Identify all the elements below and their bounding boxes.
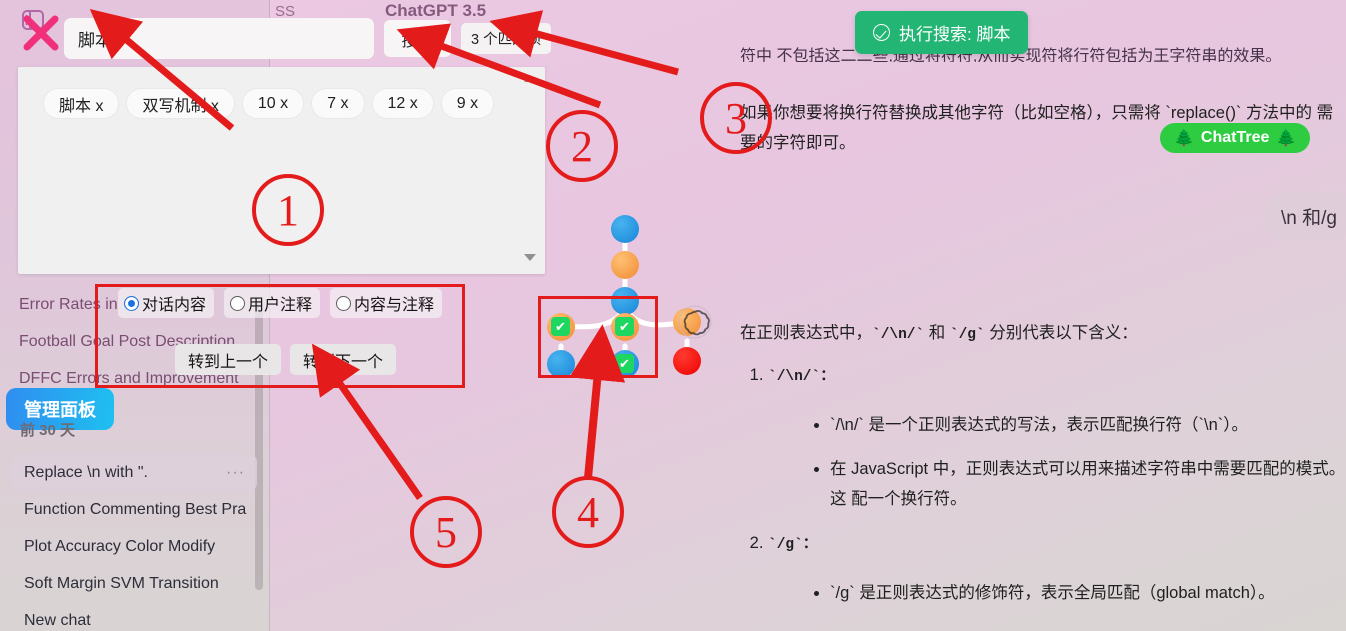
chat-item-title: New chat xyxy=(24,611,91,629)
tree-icon: 🌲 xyxy=(1276,130,1297,147)
tree-node-blue[interactable] xyxy=(611,287,639,315)
chat-list: Replace \n with ". ··· Function Commenti… xyxy=(12,454,257,631)
list-item: `/g`： `/g` 是正则表达式的修饰符，表示全局匹配（global matc… xyxy=(768,528,1346,608)
list-item: 在 JavaScript 中，正则表达式可以用来描述字符串中需要匹配的模式。这 … xyxy=(830,454,1346,514)
list-item-label: `/g`： xyxy=(768,537,818,553)
match-count-badge: 3 个匹配项 xyxy=(461,23,552,54)
chat-item-title: Function Commenting Best Pra xyxy=(24,500,247,518)
chat-item-title: Replace \n with ". xyxy=(24,463,148,481)
scope-option-user-notes[interactable]: 用户注释 xyxy=(224,288,321,318)
tag-suggestion-panel: 脚本 x 双写机制 x 10 x 7 x 12 x 9 x xyxy=(18,67,545,274)
list-item: `/\n/`： `/\n/` 是一个正则表达式的写法，表示匹配换行符（`\n`）… xyxy=(768,360,1346,514)
search-input[interactable] xyxy=(64,18,374,59)
list-item[interactable]: Soft Margin SVM Transition xyxy=(12,565,257,602)
tree-node-orange-checked[interactable]: ✔ xyxy=(611,313,639,341)
paragraph-suffix: 分别代表以下含义： xyxy=(984,324,1138,342)
nested-list: `/g` 是正则表达式的修饰符，表示全局匹配（global match）。 xyxy=(802,578,1346,608)
tree-node-red[interactable] xyxy=(673,347,701,375)
go-to-next-button[interactable]: 转到下一个 xyxy=(290,344,397,375)
chat-group-label: 前 30 天 xyxy=(20,422,76,439)
list-item: `/g` 是正则表达式的修饰符，表示全局匹配（global match）。 xyxy=(830,578,1346,608)
tree-node-blue[interactable] xyxy=(611,215,639,243)
clipped-text-line: 符中 不包括这二二些,通过将符符,从而实现符将行符包括为王字符串的效果。 xyxy=(740,48,1282,62)
tree-node-blue-checked[interactable]: ✔ xyxy=(611,350,639,378)
header-glyph: SS xyxy=(275,2,296,20)
tag-chip[interactable]: 7 x xyxy=(312,89,364,118)
chat-item-title: Plot Accuracy Color Modify xyxy=(24,537,216,555)
tree-icon: 🌲 xyxy=(1174,130,1194,147)
radio-dot-icon[interactable] xyxy=(124,295,139,311)
message-content: 符中 不包括这二二些,通过将符符,从而实现符将行符包括为王字符串的效果。 如果你… xyxy=(735,0,1346,631)
tag-chip[interactable]: 双写机制 x xyxy=(127,89,234,118)
tag-chip[interactable]: 10 x xyxy=(242,89,304,118)
chattree-label: ChatTree xyxy=(1200,129,1270,146)
annotation-marker-2: 2 xyxy=(546,110,618,182)
list-item[interactable]: Replace \n with ". ··· xyxy=(12,454,257,491)
ordered-list: `/\n/`： `/\n/` 是一个正则表达式的写法，表示匹配换行符（`\n`）… xyxy=(740,360,1346,622)
tree-node-blue[interactable] xyxy=(547,350,575,378)
tree-node-orange[interactable] xyxy=(611,251,639,279)
check-icon: ✔ xyxy=(551,317,570,336)
radio-dot-icon[interactable] xyxy=(336,295,352,311)
annotation-marker-4: 4 xyxy=(552,476,624,548)
paragraph-prefix: 在正则表达式中， xyxy=(740,324,872,342)
scope-option-label: 内容与注释 xyxy=(354,297,435,314)
search-toolbar: 搜索 3 个匹配项 xyxy=(64,18,552,59)
radio-dot-icon[interactable] xyxy=(230,295,246,311)
scope-option-content-and-notes[interactable]: 内容与注释 xyxy=(330,288,443,318)
triangle-up-icon[interactable] xyxy=(524,75,538,87)
conversation-node-tree[interactable]: ✔ ✔ ✔ xyxy=(530,205,730,405)
tag-chip[interactable]: 脚本 x xyxy=(44,89,119,118)
tag-list: 脚本 x 双写机制 x 10 x 7 x 12 x 9 x xyxy=(18,67,545,118)
list-item: `/\n/` 是一个正则表达式的写法，表示匹配换行符（`\n`）。 xyxy=(830,410,1346,440)
scope-option-label: 用户注释 xyxy=(248,297,313,314)
nested-list: `/\n/` 是一个正则表达式的写法，表示匹配换行符（`\n`）。 在 Java… xyxy=(802,410,1346,514)
match-navigation: 转到上一个 转到下一个 xyxy=(175,344,397,375)
inline-code: `/\n/` xyxy=(872,327,925,343)
list-item[interactable]: New chat xyxy=(12,602,257,631)
tree-node-orange-checked[interactable]: ✔ xyxy=(547,313,575,341)
search-button[interactable]: 搜索 xyxy=(384,20,451,57)
edge-pill[interactable]: \n 和/g xyxy=(1263,192,1346,240)
annotation-marker-5: 5 xyxy=(410,496,482,568)
chattree-button[interactable]: 🌲 ChatTree 🌲 xyxy=(1160,123,1311,153)
check-circle-icon xyxy=(873,24,890,41)
tag-chip[interactable]: 9 x xyxy=(441,89,494,118)
check-icon: ✔ xyxy=(615,317,634,336)
list-item-label: `/\n/`： xyxy=(768,369,835,385)
chat-item-title: Soft Margin SVM Transition xyxy=(24,574,219,592)
sidebar-toggle-icon[interactable] xyxy=(22,10,44,30)
go-to-previous-button[interactable]: 转到上一个 xyxy=(175,344,282,375)
paragraph-mid: 和 xyxy=(924,324,950,342)
inline-code: `/g` xyxy=(949,327,985,343)
toast-text: 执行搜索: 脚本 xyxy=(899,25,1011,44)
content-paragraph: 在正则表达式中，`/\n/` 和 `/g` 分别代表以下含义： xyxy=(740,318,1346,350)
openai-logo-icon xyxy=(678,305,712,339)
check-icon: ✔ xyxy=(615,354,634,373)
ellipsis-icon[interactable]: ··· xyxy=(226,464,245,482)
search-toast: 执行搜索: 脚本 xyxy=(855,11,1029,54)
scope-option-conversation[interactable]: 对话内容 xyxy=(118,288,215,318)
list-item[interactable]: Function Commenting Best Pra xyxy=(12,491,257,528)
search-scope-radio-group: 对话内容 用户注释 内容与注释 xyxy=(118,288,443,318)
scope-option-label: 对话内容 xyxy=(142,297,207,314)
list-item[interactable]: Plot Accuracy Color Modify xyxy=(12,528,257,565)
tag-chip[interactable]: 12 x xyxy=(372,89,433,118)
